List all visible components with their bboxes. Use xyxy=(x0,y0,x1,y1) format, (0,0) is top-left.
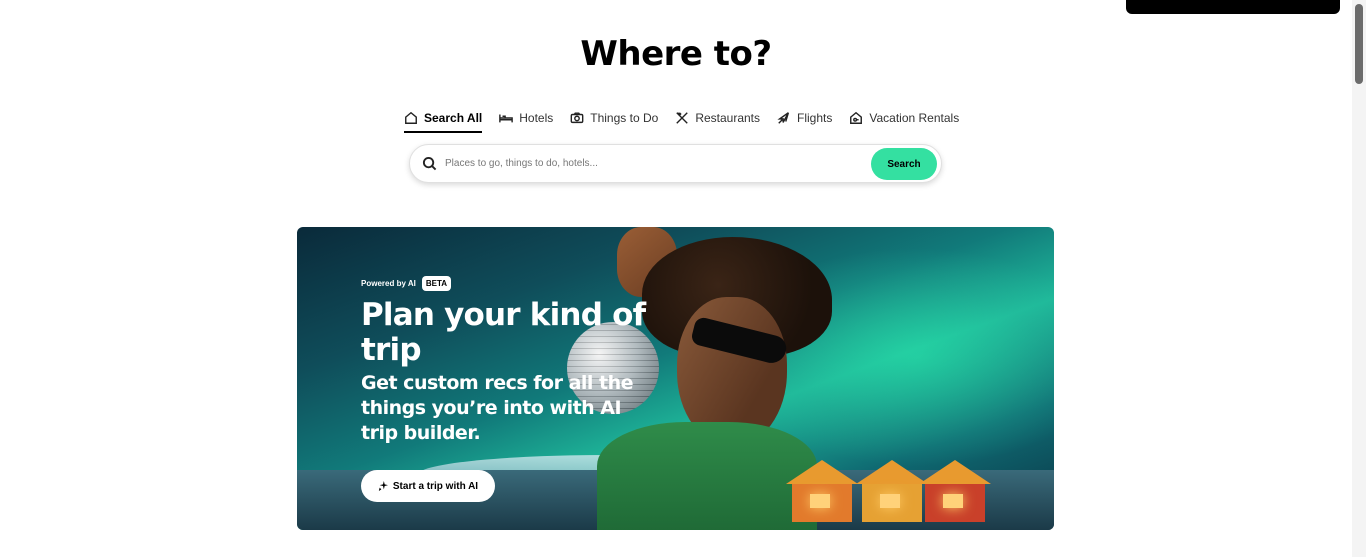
tab-label: Restaurants xyxy=(695,111,761,125)
cabin-image xyxy=(856,460,928,522)
house-icon xyxy=(850,111,863,124)
tab-label: Vacation Rentals xyxy=(869,111,960,125)
powered-label: Powered by AI xyxy=(361,279,416,288)
fork-knife-icon xyxy=(676,112,689,124)
tab-hotels[interactable]: Hotels xyxy=(499,107,553,129)
tab-label: Hotels xyxy=(519,111,554,125)
powered-by-ai: Powered by AI BETA xyxy=(361,276,661,291)
sparkle-icon xyxy=(378,481,388,491)
tab-vacation-rentals[interactable]: Vacation Rentals xyxy=(849,107,959,129)
bed-icon xyxy=(499,114,514,123)
top-overlay-bar xyxy=(1126,0,1340,14)
banner-title: Plan your kind of trip xyxy=(361,297,646,368)
search-bar: Search xyxy=(409,144,942,183)
tab-label: Things to Do xyxy=(590,111,659,125)
start-trip-button[interactable]: Start a trip with AI xyxy=(361,470,495,502)
search-tabs: Search All Hotels Things to Do Restauran… xyxy=(404,105,976,133)
cta-label: Start a trip with AI xyxy=(392,480,479,492)
cabin-image xyxy=(786,460,858,522)
camera-icon xyxy=(570,112,584,124)
search-input[interactable] xyxy=(445,158,941,169)
scrollbar[interactable] xyxy=(1352,0,1366,557)
search-icon xyxy=(422,156,437,171)
home-icon xyxy=(405,111,417,124)
page-title: Where to? xyxy=(580,34,772,74)
cabin-image xyxy=(919,460,991,522)
tab-restaurants[interactable]: Restaurants xyxy=(675,107,760,129)
tab-label: Search All xyxy=(424,111,483,125)
beta-badge: BETA xyxy=(421,276,452,291)
search-button[interactable]: Search xyxy=(871,148,937,180)
ai-trip-banner: Powered by AI BETA Plan your kind of tri… xyxy=(297,227,1054,530)
banner-content: Powered by AI BETA Plan your kind of tri… xyxy=(361,276,661,446)
plane-icon xyxy=(777,112,790,124)
tab-search-all[interactable]: Search All xyxy=(404,107,483,133)
tab-flights[interactable]: Flights xyxy=(777,107,832,129)
tab-things-to-do[interactable]: Things to Do xyxy=(570,107,658,129)
scrollbar-thumb[interactable] xyxy=(1355,4,1363,84)
tab-label: Flights xyxy=(797,111,833,125)
banner-subtitle: Get custom recs for all the things you’r… xyxy=(361,372,634,444)
